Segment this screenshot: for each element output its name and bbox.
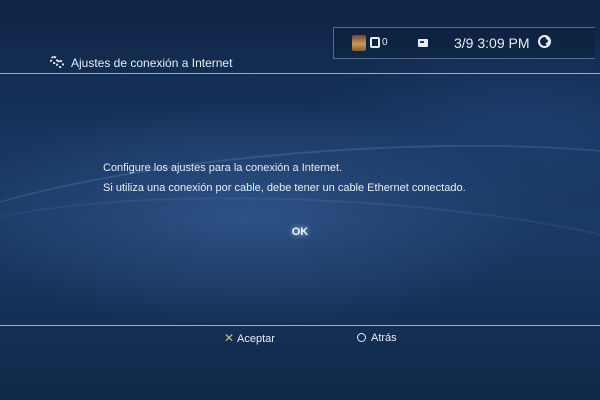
footer-divider bbox=[0, 325, 600, 326]
friends-count: 0 bbox=[382, 37, 388, 48]
screen: 0 3/9 3:09 PM Ajustes de conexión a Inte… bbox=[0, 0, 600, 400]
circle-button-icon bbox=[357, 333, 366, 342]
date-time: 3/9 3:09 PM bbox=[454, 34, 530, 52]
cross-button-icon: ✕ bbox=[224, 331, 235, 345]
avatar bbox=[352, 35, 366, 51]
page-title: Ajustes de conexión a Internet bbox=[71, 56, 233, 70]
clock-icon bbox=[538, 35, 551, 48]
dialog-line-2: Si utiliza una conexión por cable, debe … bbox=[103, 182, 466, 194]
friends-icon bbox=[370, 37, 380, 48]
dialog-message: Configure los ajustes para la conexión a… bbox=[103, 158, 563, 198]
ok-button[interactable]: OK bbox=[283, 222, 317, 242]
time: 3:09 PM bbox=[477, 35, 530, 51]
settings-gear-icon bbox=[50, 56, 64, 68]
accept-label: Aceptar bbox=[237, 333, 275, 345]
dialog-line-1: Configure los ajustes para la conexión a… bbox=[103, 162, 343, 174]
accept-hint[interactable]: ✕ Aceptar bbox=[224, 331, 275, 345]
back-hint[interactable]: Atrás bbox=[357, 331, 397, 345]
header-divider bbox=[0, 73, 600, 74]
back-label: Atrás bbox=[371, 332, 397, 344]
message-icon bbox=[418, 39, 428, 47]
status-panel: 0 3/9 3:09 PM bbox=[333, 27, 595, 59]
date: 3/9 bbox=[454, 35, 474, 51]
